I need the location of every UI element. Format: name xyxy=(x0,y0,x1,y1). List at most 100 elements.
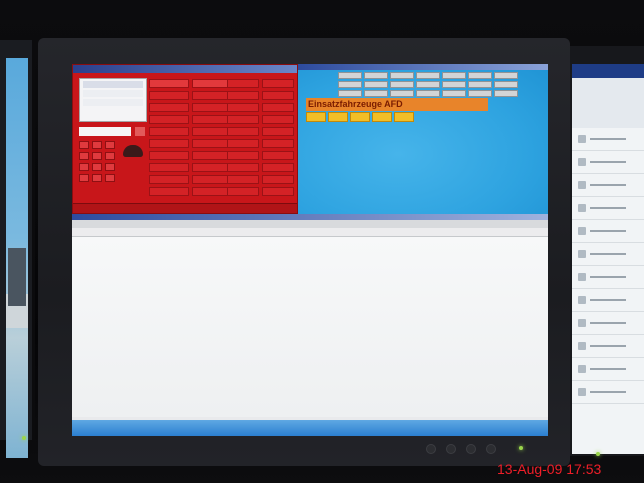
status-button[interactable] xyxy=(416,72,440,79)
status-button[interactable] xyxy=(468,72,492,79)
function-button[interactable] xyxy=(227,139,259,148)
status-button[interactable] xyxy=(364,90,388,97)
function-button[interactable] xyxy=(192,79,232,88)
function-button[interactable] xyxy=(192,91,232,100)
incident-panel-titlebar xyxy=(298,64,548,70)
function-button[interactable] xyxy=(192,151,232,160)
unit-button[interactable] xyxy=(372,112,392,122)
function-button[interactable] xyxy=(149,151,189,160)
keypad-key[interactable] xyxy=(79,152,89,160)
status-button[interactable] xyxy=(442,72,466,79)
status-button[interactable] xyxy=(494,72,518,79)
status-button[interactable] xyxy=(364,72,388,79)
monitor-button[interactable] xyxy=(486,444,496,454)
function-button[interactable] xyxy=(149,103,189,112)
unit-button[interactable] xyxy=(350,112,370,122)
function-button[interactable] xyxy=(227,151,259,160)
function-button[interactable] xyxy=(149,187,189,196)
status-button[interactable] xyxy=(468,81,492,88)
dispatch-application: Einsatzfahrzeuge AFD xyxy=(72,64,548,214)
function-button[interactable] xyxy=(192,103,232,112)
function-button[interactable] xyxy=(149,127,189,136)
keypad-key[interactable] xyxy=(105,141,115,149)
function-button[interactable] xyxy=(192,187,232,196)
status-button[interactable] xyxy=(468,90,492,97)
status-button[interactable] xyxy=(442,90,466,97)
function-button[interactable] xyxy=(149,163,189,172)
function-button[interactable] xyxy=(227,163,259,172)
keypad-key[interactable] xyxy=(92,141,102,149)
telephony-panel xyxy=(72,64,298,214)
dial-number-input[interactable] xyxy=(79,127,131,136)
incident-panel: Einsatzfahrzeuge AFD xyxy=(298,64,548,214)
right-monitor-power-led xyxy=(596,452,600,456)
keypad-key[interactable] xyxy=(105,174,115,182)
function-button[interactable] xyxy=(262,127,294,136)
status-button[interactable] xyxy=(494,81,518,88)
call-list-item[interactable] xyxy=(83,81,143,88)
status-button[interactable] xyxy=(416,81,440,88)
function-button[interactable] xyxy=(192,163,232,172)
function-button[interactable] xyxy=(192,175,232,184)
function-button[interactable] xyxy=(262,163,294,172)
call-list-item[interactable] xyxy=(83,90,143,97)
function-button[interactable] xyxy=(149,139,189,148)
telephony-status-bar xyxy=(73,203,297,213)
function-button[interactable] xyxy=(149,175,189,184)
function-button[interactable] xyxy=(192,115,232,124)
status-button[interactable] xyxy=(338,90,362,97)
keypad-key[interactable] xyxy=(79,141,89,149)
function-button[interactable] xyxy=(192,139,232,148)
function-button[interactable] xyxy=(262,91,294,100)
status-button[interactable] xyxy=(416,90,440,97)
function-button[interactable] xyxy=(227,79,259,88)
unit-button[interactable] xyxy=(328,112,348,122)
function-button[interactable] xyxy=(227,127,259,136)
function-button[interactable] xyxy=(149,79,189,88)
function-button[interactable] xyxy=(227,187,259,196)
function-button[interactable] xyxy=(262,103,294,112)
status-button[interactable] xyxy=(390,81,414,88)
function-button[interactable] xyxy=(262,139,294,148)
keypad-key[interactable] xyxy=(105,152,115,160)
status-button[interactable] xyxy=(442,81,466,88)
list-item xyxy=(572,243,644,266)
function-button[interactable] xyxy=(262,79,294,88)
status-button[interactable] xyxy=(390,90,414,97)
unit-button[interactable] xyxy=(306,112,326,122)
monitor-button[interactable] xyxy=(426,444,436,454)
call-list[interactable] xyxy=(79,78,147,122)
unit-button-row xyxy=(306,112,414,122)
status-button[interactable] xyxy=(390,72,414,79)
right-monitor-screen xyxy=(572,64,644,454)
function-button[interactable] xyxy=(262,175,294,184)
list-item xyxy=(572,381,644,404)
keypad-key[interactable] xyxy=(92,174,102,182)
call-list-item[interactable] xyxy=(83,99,143,106)
status-button[interactable] xyxy=(338,72,362,79)
keypad-key[interactable] xyxy=(92,152,102,160)
monitor-button[interactable] xyxy=(446,444,456,454)
status-button[interactable] xyxy=(494,90,518,97)
function-button[interactable] xyxy=(192,127,232,136)
status-button[interactable] xyxy=(364,81,388,88)
function-button[interactable] xyxy=(227,175,259,184)
dial-button[interactable] xyxy=(135,127,145,136)
function-button[interactable] xyxy=(262,115,294,124)
unit-button[interactable] xyxy=(394,112,414,122)
list-item xyxy=(572,358,644,381)
function-button[interactable] xyxy=(227,91,259,100)
function-button[interactable] xyxy=(262,187,294,196)
function-button[interactable] xyxy=(227,103,259,112)
status-button[interactable] xyxy=(338,81,362,88)
keypad-key[interactable] xyxy=(105,163,115,171)
keypad-key[interactable] xyxy=(79,174,89,182)
function-button[interactable] xyxy=(262,151,294,160)
handset-icon[interactable] xyxy=(123,145,143,157)
keypad-key[interactable] xyxy=(92,163,102,171)
function-button[interactable] xyxy=(149,91,189,100)
function-button[interactable] xyxy=(227,115,259,124)
monitor-button[interactable] xyxy=(466,444,476,454)
keypad-key[interactable] xyxy=(79,163,89,171)
function-button[interactable] xyxy=(149,115,189,124)
